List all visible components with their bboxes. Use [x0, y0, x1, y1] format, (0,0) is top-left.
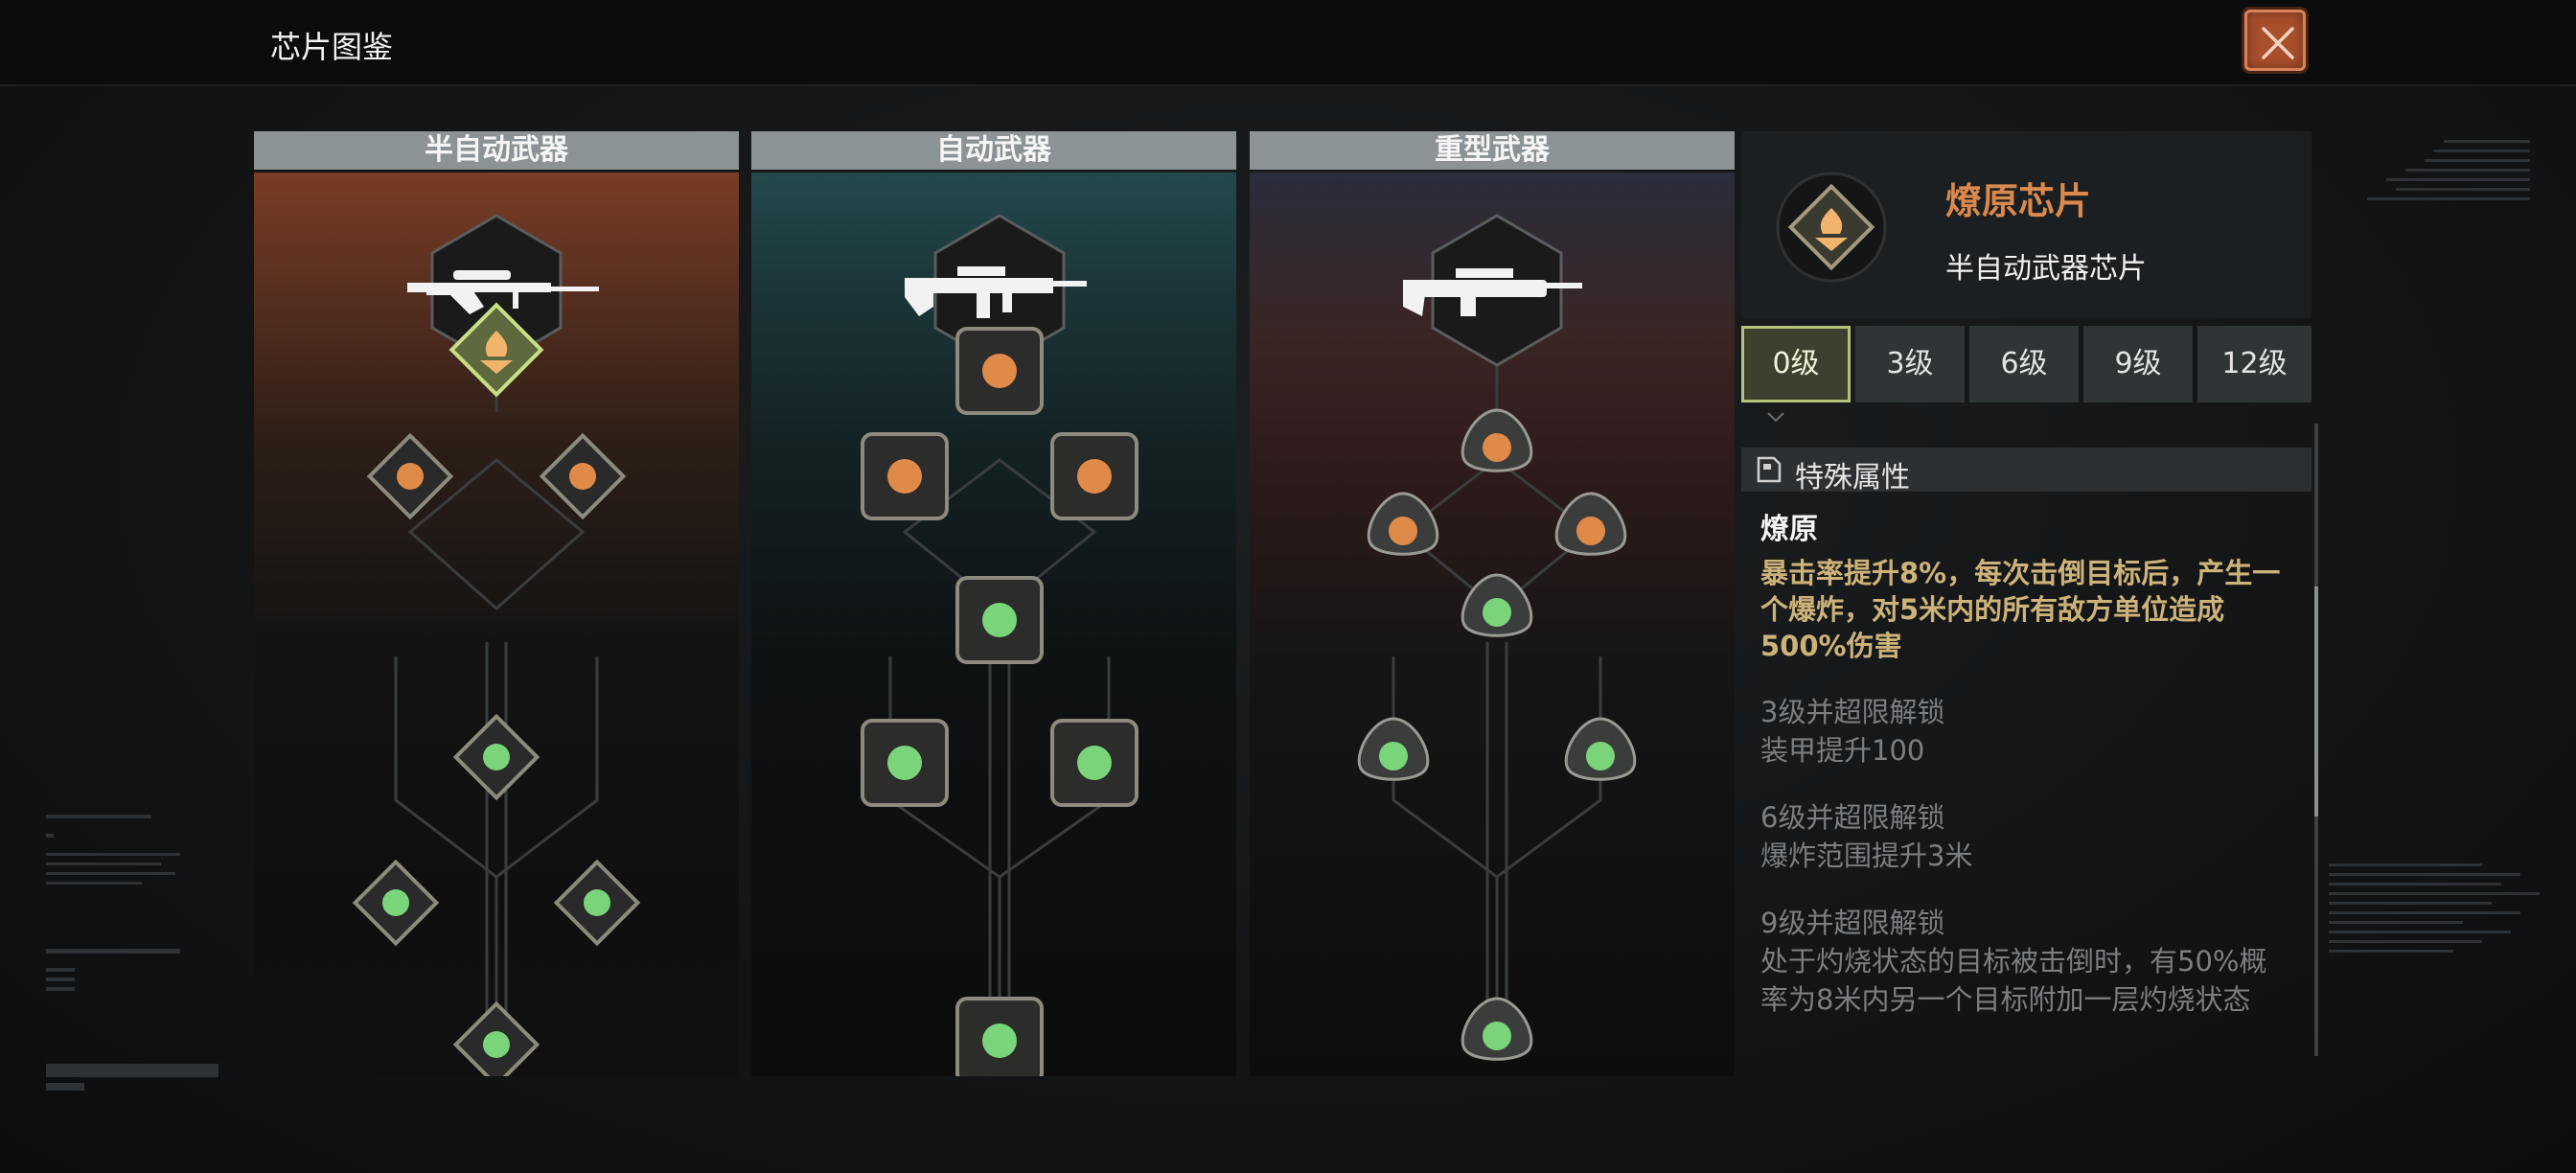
chip-node[interactable] [553, 859, 641, 947]
chip-node[interactable] [861, 432, 949, 520]
attribute-name: 燎原 [1760, 513, 1818, 546]
scroll-thumb[interactable] [2314, 586, 2318, 816]
level-tab-3[interactable]: 3级 [1855, 326, 1965, 402]
column-header: 半自动武器 [254, 131, 739, 170]
level-tab-9[interactable]: 9级 [2083, 326, 2193, 402]
close-icon [2262, 27, 2294, 59]
chip-node[interactable] [955, 997, 1044, 1076]
chip-node[interactable] [539, 432, 627, 520]
hud-decoration-bottom-right [2329, 863, 2540, 953]
chip-node[interactable] [861, 719, 949, 807]
chip-node[interactable] [1554, 492, 1627, 556]
weapon-column-semi-auto: 半自动武器 [254, 131, 739, 1076]
unlock-description: 处于灼烧状态的目标被击倒时，有50%概率为8米内另一个目标附加一层灼烧状态 [1760, 945, 2267, 1016]
unlock-title: 3级并超限解锁 [1760, 696, 1945, 728]
chip-detail-panel: 燎原芯片 半自动武器芯片 0级 3级 6级 9级 12级 特殊属性 燎原 暴击率… [1741, 131, 2318, 1076]
section-title: 特殊属性 [1795, 461, 1910, 494]
weapon-hex [1403, 214, 1582, 367]
hud-decoration-left [46, 815, 218, 1091]
chip-node[interactable] [1050, 719, 1138, 807]
weapon-column-auto: 自动武器 [751, 131, 1236, 1076]
chip-card: 燎原芯片 半自动武器芯片 [1741, 131, 2312, 318]
unlock-item: 3级并超限解锁 装甲提升100 [1760, 693, 2288, 770]
attribute-list: 燎原 暴击率提升8%，每次击倒目标后，产生一个爆炸，对5米内的所有敌方单位造成5… [1760, 505, 2288, 1019]
page-title: 芯片图鉴 [270, 29, 394, 65]
chip-node[interactable] [366, 432, 454, 520]
unlock-item: 9级并超限解锁 处于灼烧状态的目标被击倒时，有50%概率为8米内另一个目标附加一… [1760, 904, 2288, 1019]
document-icon [1757, 456, 1782, 483]
chip-node[interactable] [1050, 432, 1138, 520]
close-button[interactable] [2244, 10, 2306, 71]
weapon-column-heavy: 重型武器 [1250, 131, 1735, 1076]
scrollbar[interactable] [2314, 424, 2318, 1056]
chip-node[interactable] [1367, 492, 1439, 556]
attribute-description: 暴击率提升8%，每次击倒目标后，产生一个爆炸，对5米内的所有敌方单位造成500%… [1760, 557, 2281, 662]
column-header: 重型武器 [1250, 131, 1735, 170]
unlock-description: 装甲提升100 [1760, 734, 1925, 767]
unlock-title: 9级并超限解锁 [1760, 907, 1945, 939]
chip-node[interactable] [1564, 717, 1637, 781]
special-attribute-header: 特殊属性 [1741, 448, 2312, 494]
chevron-down-icon [1767, 412, 1784, 423]
level-tabs: 0级 3级 6级 9级 12级 [1741, 326, 2312, 402]
level-tab-0[interactable]: 0级 [1741, 326, 1851, 402]
column-header: 自动武器 [751, 131, 1236, 170]
chip-node[interactable] [1460, 573, 1533, 637]
level-tab-12[interactable]: 12级 [2197, 326, 2312, 402]
chip-node[interactable] [955, 576, 1044, 664]
chip-tree [1250, 172, 1735, 1076]
level-tab-6[interactable]: 6级 [1969, 326, 2079, 402]
unlock-item: 6级并超限解锁 爆炸范围提升3米 [1760, 798, 2288, 875]
chip-type: 半自动武器芯片 [1945, 252, 2147, 286]
chip-tree [254, 172, 739, 1076]
top-bar: 芯片图鉴 [0, 0, 2576, 86]
chip-node[interactable] [352, 859, 440, 947]
chip-node[interactable] [955, 327, 1044, 415]
hud-decoration-top-right [2367, 140, 2530, 200]
chip-node[interactable] [1460, 408, 1533, 472]
unlock-title: 6级并超限解锁 [1760, 801, 1945, 834]
chip-node[interactable] [1460, 997, 1533, 1061]
unlock-description: 爆炸范围提升3米 [1760, 840, 1973, 872]
chip-tree [751, 172, 1236, 1076]
chip-node[interactable] [452, 1000, 540, 1076]
chip-name: 燎原芯片 [1945, 180, 2092, 222]
chip-node[interactable] [452, 713, 540, 801]
chip-node[interactable] [1357, 717, 1430, 781]
flame-chip-icon [1776, 172, 1887, 283]
